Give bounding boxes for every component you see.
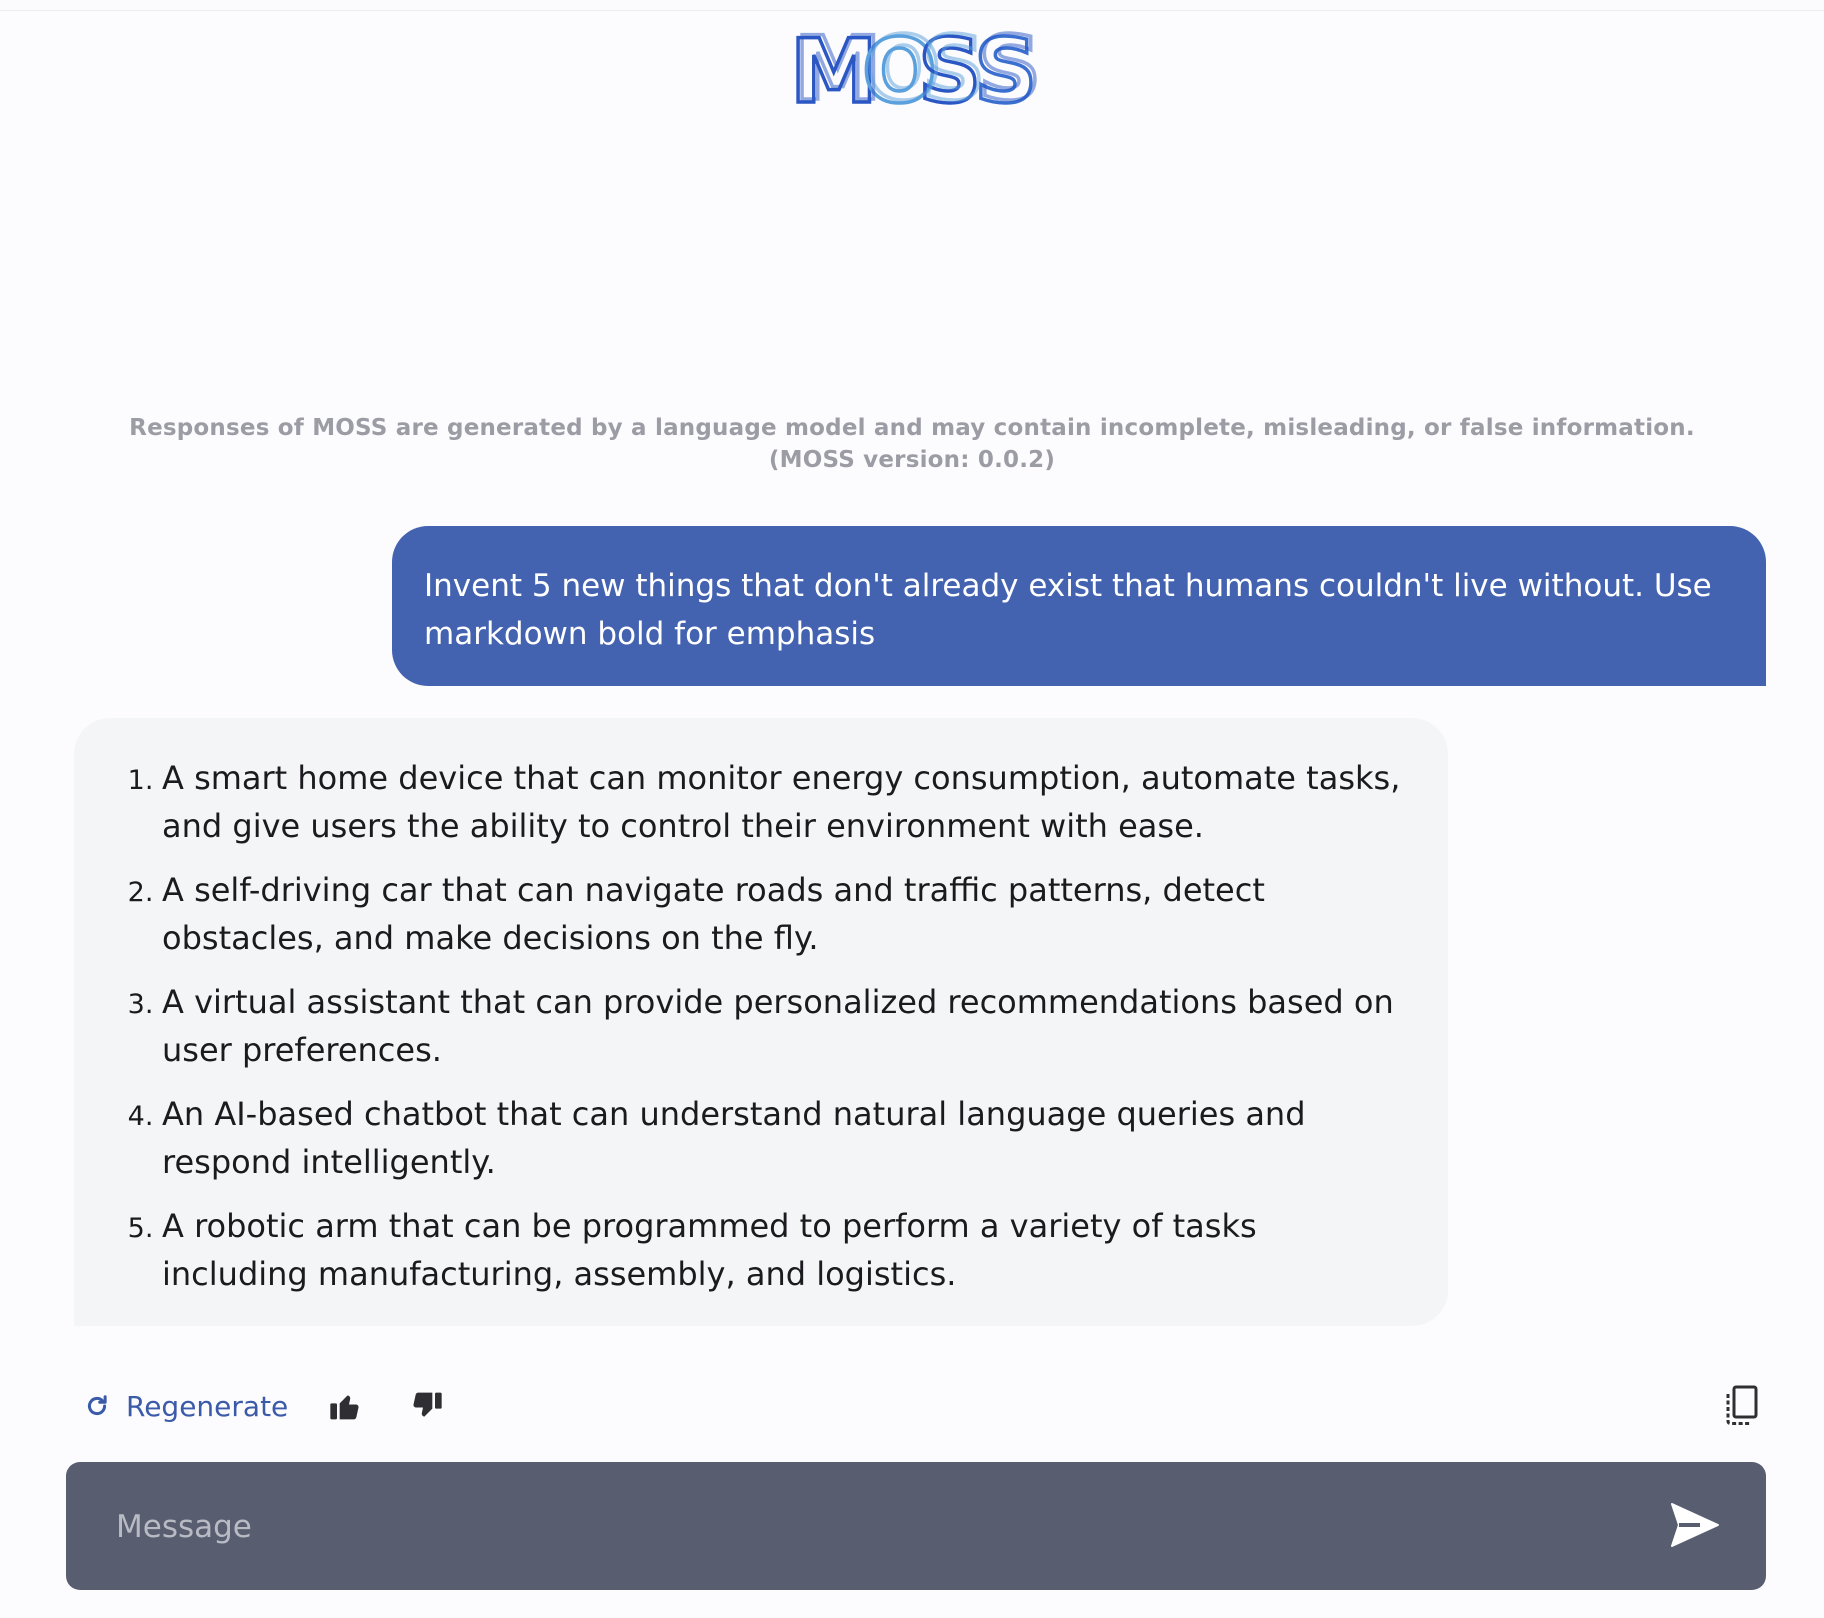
thumbs-down-icon: [413, 1392, 442, 1417]
assistant-message: A smart home device that can monitor ene…: [74, 718, 1448, 1326]
regenerate-button[interactable]: Regenerate: [84, 1390, 288, 1423]
svg-text:S: S: [922, 22, 985, 108]
message-actions: Regenerate: [84, 1382, 444, 1430]
send-button[interactable]: [1670, 1502, 1720, 1548]
thumbs-up-button[interactable]: [328, 1390, 362, 1422]
list-item: A virtual assistant that can provide per…: [162, 978, 1412, 1074]
message-input[interactable]: [114, 1462, 1618, 1592]
list-item: A smart home device that can monitor ene…: [162, 754, 1412, 850]
moss-logo: M O S S M O S S: [790, 22, 1040, 108]
message-composer: [66, 1462, 1766, 1592]
copy-icon: [1726, 1385, 1758, 1425]
list-item: A robotic arm that can be programmed to …: [162, 1202, 1412, 1298]
svg-text:S: S: [978, 22, 1040, 108]
list-item: An AI-based chatbot that can understand …: [162, 1090, 1412, 1186]
disclaimer-text: Responses of MOSS are generated by a lan…: [129, 415, 1695, 473]
thumbs-up-icon: [330, 1395, 359, 1420]
thumbs-down-button[interactable]: [410, 1390, 444, 1422]
top-border: [0, 0, 1824, 11]
list-item: A self-driving car that can navigate roa…: [162, 866, 1412, 962]
copy-button[interactable]: [1722, 1384, 1762, 1428]
response-list: A smart home device that can monitor ene…: [90, 754, 1412, 1298]
user-message-text: Invent 5 new things that don't already e…: [424, 568, 1712, 652]
regenerate-label: Regenerate: [126, 1389, 289, 1423]
refresh-icon: [87, 1395, 107, 1416]
user-message: Invent 5 new things that don't already e…: [392, 526, 1766, 686]
